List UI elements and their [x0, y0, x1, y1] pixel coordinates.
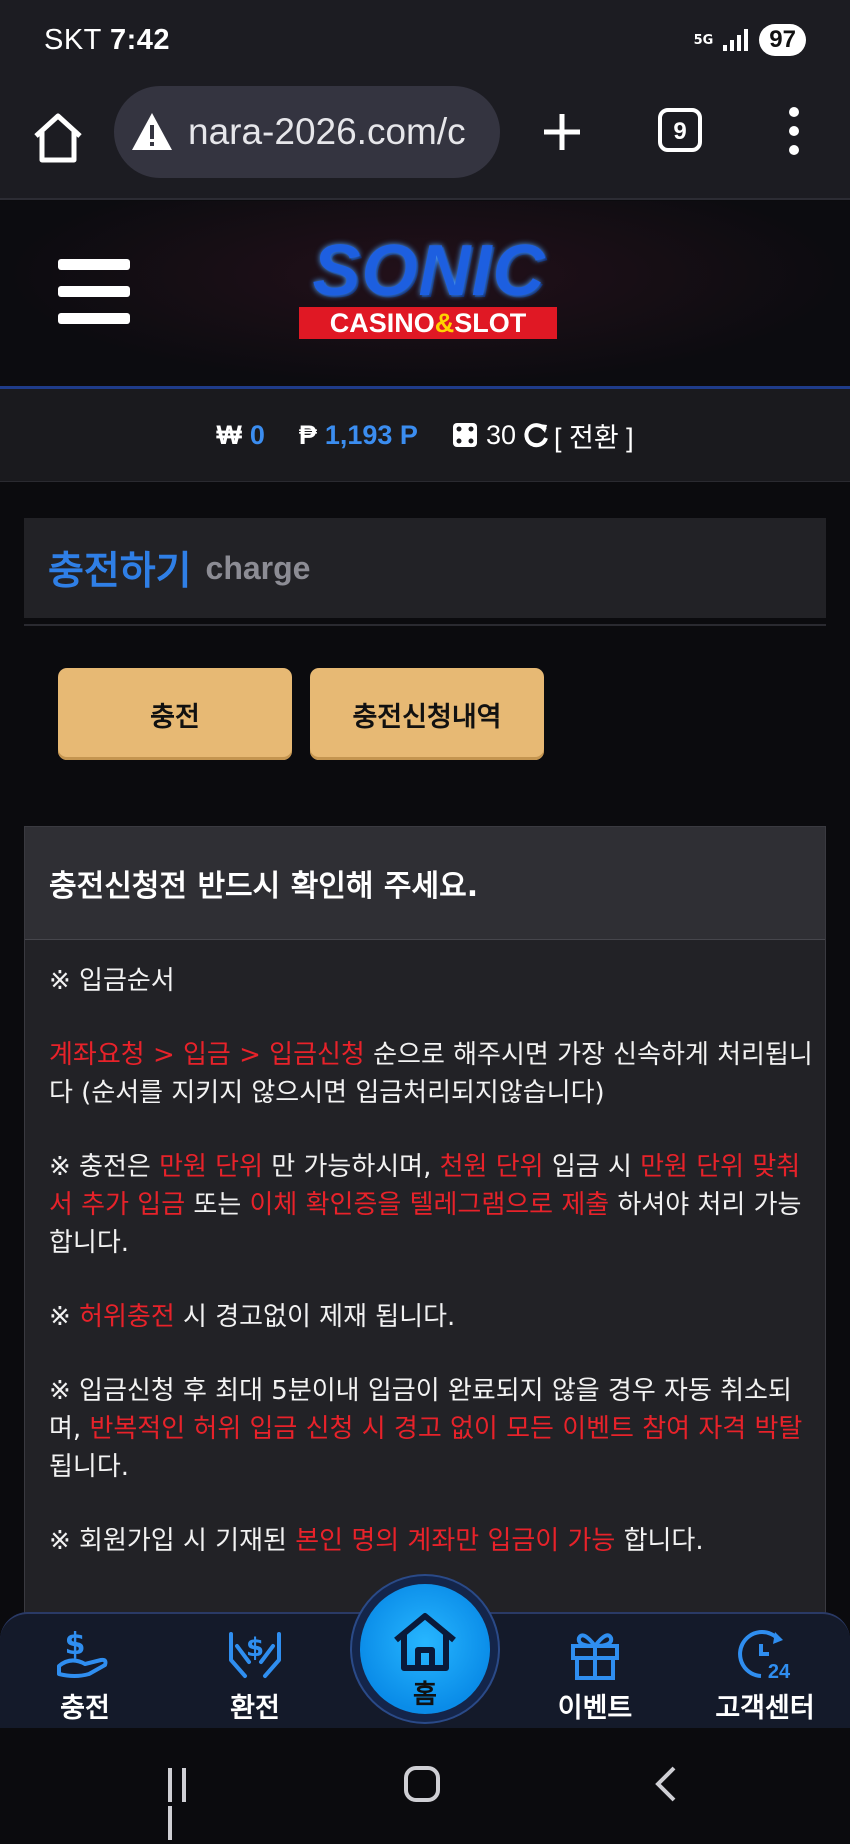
nav-support[interactable]: 24 고객센터	[700, 1614, 830, 1730]
svg-text:24: 24	[768, 1661, 791, 1682]
notice-item: ※ 입금순서	[49, 966, 175, 996]
notice-item: ※ 회원가입 시 기재된 본인 명의 계좌만 입금이 가능 합니다.	[49, 1526, 704, 1556]
support-24h-icon: 24	[738, 1630, 791, 1682]
nav-support-label: 고객센터	[715, 1693, 815, 1724]
browser-toolbar: nara-2026.com/c 9	[0, 80, 850, 200]
logo-title: SONIC	[312, 231, 546, 311]
nav-charge[interactable]: $ 충전	[20, 1614, 150, 1730]
dice-icon	[452, 423, 477, 447]
notice-item: ※ 충전은 만원 단위 만 가능하시며, 천원 단위 입금 시 만원 단위 맞춰…	[49, 1152, 802, 1258]
nav-exchange[interactable]: $ 환전	[190, 1614, 320, 1730]
clock: 7:42	[109, 23, 170, 56]
won-symbol: ₩	[216, 419, 242, 450]
site-logo[interactable]: SONIC CASINO&SLOT	[276, 235, 582, 345]
nav-exchange-label: 환전	[230, 1693, 280, 1724]
balance-bar: ₩ 0 ₱ 1,193 P 30 [ 전환 ]	[0, 389, 850, 482]
refresh-icon[interactable]	[522, 421, 550, 449]
dice-count: 30	[485, 419, 516, 450]
charge-button[interactable]: 충전	[58, 668, 292, 760]
svg-text:$: $	[65, 1627, 86, 1662]
more-menu-icon[interactable]	[784, 106, 804, 156]
carrier-time: SKT 7:42	[44, 24, 170, 57]
browser-home-icon[interactable]	[30, 110, 86, 166]
notice-body: ※ 입금순서 계좌요청 > 입금 > 입금신청 순으로 해주시면 가장 신속하게…	[25, 940, 825, 1560]
nav-event[interactable]: 이벤트	[530, 1614, 660, 1730]
status-bar: SKT 7:42 5G 97	[0, 0, 850, 80]
carrier: SKT	[44, 23, 102, 56]
notice-heading: 충전신청전 반드시 확인해 주세요.	[25, 827, 825, 940]
nav-home-label: 홈	[413, 1680, 437, 1710]
signal-icon	[723, 29, 749, 51]
system-nav-bar	[0, 1728, 850, 1842]
won-balance: 0	[249, 419, 265, 450]
tab-count: 9	[673, 118, 686, 145]
recent-apps-icon[interactable]	[168, 1768, 204, 1840]
divider	[24, 624, 826, 626]
point-symbol: ₱	[298, 419, 317, 450]
notice-item: ※ 허위충전 시 경고없이 제재 됩니다.	[49, 1302, 456, 1332]
warning-icon[interactable]	[130, 110, 174, 154]
notice-item: ※ 입금신청 후 최대 5분이내 입금이 완료되지 않을 경우 자동 취소되며,…	[49, 1376, 803, 1482]
hamburger-menu-icon[interactable]	[58, 259, 130, 325]
new-tab-icon[interactable]	[540, 110, 584, 154]
nav-event-label: 이벤트	[557, 1693, 633, 1724]
charge-history-button[interactable]: 충전신청내역	[310, 668, 544, 760]
convert-button[interactable]: [ 전환 ]	[554, 416, 634, 455]
url-text[interactable]: nara-2026.com/c	[188, 111, 466, 153]
home-icon	[394, 1613, 456, 1671]
point-balance: 1,193 P	[324, 419, 418, 450]
back-icon[interactable]	[646, 1764, 686, 1804]
page-title-en: charge	[205, 549, 311, 586]
money-hand-icon: $	[57, 1627, 108, 1678]
site-header: SONIC CASINO&SLOT	[0, 201, 850, 389]
nav-home[interactable]: 홈	[360, 1584, 490, 1714]
nav-charge-label: 충전	[60, 1693, 110, 1724]
status-icons: 5G 97	[694, 24, 806, 56]
page-title-kr: 충전하기	[48, 549, 192, 594]
tab-switcher-icon[interactable]: 9	[656, 106, 704, 154]
notice-item: 계좌요청 > 입금 > 입금신청 순으로 해주시면 가장 신속하게 처리됩니다 …	[49, 1040, 813, 1108]
system-home-icon[interactable]	[404, 1766, 440, 1802]
address-bar[interactable]: nara-2026.com/c	[114, 86, 500, 178]
battery-indicator: 97	[759, 24, 806, 56]
exchange-hands-icon: $	[229, 1632, 281, 1678]
page-title: 충전하기 charge	[24, 518, 826, 618]
network-badge: 5G	[693, 32, 714, 48]
logo-subtitle: CASINO&SLOT	[299, 307, 557, 339]
gift-icon	[571, 1633, 619, 1680]
